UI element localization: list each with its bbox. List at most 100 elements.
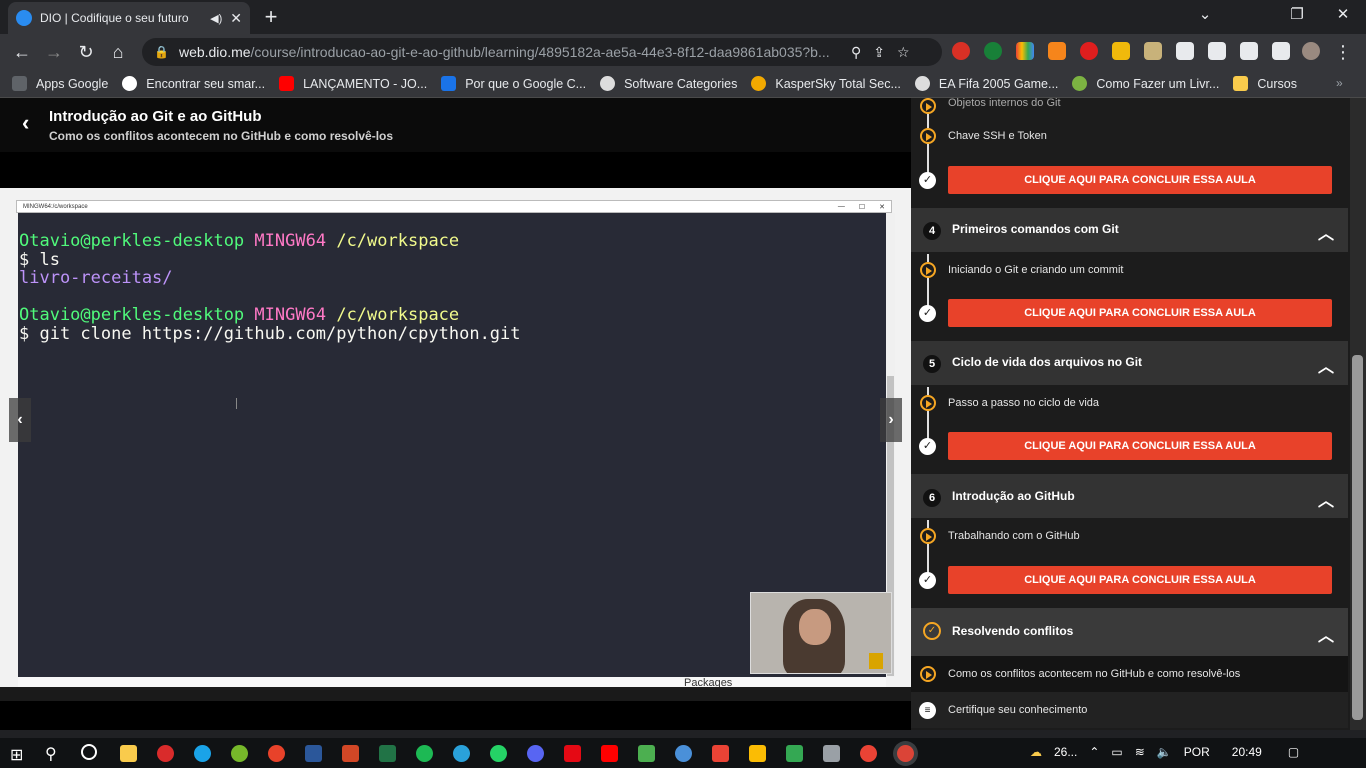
extension-3-icon[interactable] [1016, 42, 1034, 60]
weather-temp[interactable]: 26... [1054, 745, 1077, 759]
menu-dots-icon[interactable]: ⋮ [1330, 40, 1356, 64]
lesson-chave-ssh[interactable]: Chave SSH e Token [948, 130, 1047, 142]
lesson-objetos-internos[interactable]: Objetos internos do Git [948, 97, 1061, 109]
weather-icon[interactable]: ☁ [1030, 745, 1042, 759]
lesson-iniciando-git[interactable]: Iniciando o Git e criando um commit [948, 264, 1123, 276]
home-icon[interactable]: ⌂ [105, 40, 131, 64]
audio-icon[interactable]: ◀) [210, 12, 222, 25]
bookmark-0[interactable]: Apps Google [12, 76, 108, 91]
app-red-icon[interactable] [268, 745, 285, 762]
chevron-up-icon[interactable]: ︿ [1318, 622, 1334, 646]
battery-icon[interactable]: ▭ [1111, 745, 1122, 759]
spotify-icon[interactable] [416, 745, 433, 762]
globe-icon [600, 76, 616, 91]
bookmark-7[interactable]: Como Fazer um Livr... [1072, 76, 1219, 91]
check-icon: ✓ [919, 572, 936, 589]
opera-icon[interactable] [157, 745, 174, 762]
volume-icon[interactable]: 🔈 [1157, 745, 1172, 759]
chrome-active-icon[interactable] [897, 745, 914, 762]
chrome-icon[interactable] [860, 745, 877, 762]
windows-start-icon[interactable]: ⊞ [10, 745, 23, 765]
tab-dio[interactable]: DIO | Codifique o seu futuro ◀) ✕ [8, 2, 250, 34]
bookmark-1[interactable]: Encontrar seu smar... [122, 76, 265, 91]
extension-7-icon[interactable] [1144, 42, 1162, 60]
forward-arrow-icon[interactable]: → [41, 40, 67, 64]
term-maximize-icon: ☐ [858, 203, 866, 211]
tab-close-icon[interactable]: ✕ [230, 10, 242, 27]
language-indicator[interactable]: POR [1184, 745, 1210, 759]
prev-arrow-button[interactable]: ‹ [9, 398, 31, 442]
bookmark-4[interactable]: Software Categories [600, 76, 737, 91]
chevron-up-icon[interactable]: ︿ [1318, 353, 1334, 377]
app-box-icon[interactable] [786, 745, 803, 762]
extension-6-icon[interactable] [1112, 42, 1130, 60]
app-green-icon[interactable] [638, 745, 655, 762]
search-icon[interactable]: ⚲ [45, 744, 57, 764]
gmail-icon[interactable] [712, 745, 729, 762]
player-controls-bar[interactable] [0, 687, 911, 701]
sidebar-scroll-thumb[interactable] [1352, 355, 1363, 720]
wifi-icon[interactable]: ≋ [1135, 745, 1145, 759]
bookmark-5[interactable]: KasperSky Total Sec... [751, 76, 901, 91]
labs-flask-icon[interactable] [1208, 42, 1226, 60]
complete-lesson-button[interactable]: CLIQUE AQUI PARA CONCLUIR ESSA AULA [948, 166, 1332, 194]
discord-icon[interactable] [527, 745, 544, 762]
extension-1-icon[interactable] [952, 42, 970, 60]
minimize-button[interactable]: ⌄ [1190, 4, 1220, 26]
cortana-icon[interactable] [81, 744, 97, 760]
powerpoint-icon[interactable] [342, 745, 359, 762]
blue-bookmark-icon [441, 76, 457, 91]
bookmark-3[interactable]: Por que o Google C... [441, 76, 586, 91]
metamask-icon[interactable] [1048, 42, 1066, 60]
new-tab-button[interactable]: + [258, 4, 284, 30]
globe-app-icon[interactable] [675, 745, 692, 762]
youtube-icon[interactable] [601, 745, 618, 762]
close-window-button[interactable]: ✕ [1328, 4, 1358, 26]
address-bar[interactable]: 🔒 web.dio.me/course/introducao-ao-git-e-… [142, 38, 942, 66]
complete-lesson-button[interactable]: CLIQUE AQUI PARA CONCLUIR ESSA AULA [948, 432, 1332, 460]
more-bookmarks-icon[interactable]: » [1336, 76, 1343, 90]
bookmark-2[interactable]: LANÇAMENTO - JO... [279, 76, 427, 91]
clock[interactable]: 20:49 [1232, 745, 1262, 759]
restore-button[interactable]: ❐ [1282, 4, 1312, 26]
google-drive-icon[interactable] [749, 745, 766, 762]
chevron-up-icon[interactable]: ︿ [1318, 220, 1334, 244]
telegram-icon[interactable] [453, 745, 470, 762]
edge-icon[interactable] [194, 745, 211, 762]
notifications-icon[interactable]: ▢ [1288, 745, 1299, 759]
utorrent-icon[interactable] [231, 745, 248, 762]
bookmark-star-icon[interactable]: ☆ [897, 44, 910, 61]
zoom-icon[interactable]: ⚲ [851, 44, 861, 61]
whatsapp-icon[interactable] [490, 745, 507, 762]
word-icon[interactable] [305, 745, 322, 762]
lesson-trabalhando-github[interactable]: Trabalhando com o GitHub [948, 530, 1080, 542]
excel-icon[interactable] [379, 745, 396, 762]
netflix-icon[interactable] [564, 745, 581, 762]
lesson-quiz[interactable]: Certifique seu conhecimento [948, 704, 1087, 716]
module-progress-check-icon: ✓ [923, 622, 941, 640]
share-icon[interactable]: ⇪ [873, 44, 885, 61]
app-window-icon[interactable] [823, 745, 840, 762]
media-queue-icon[interactable] [1240, 42, 1258, 60]
complete-lesson-button[interactable]: CLIQUE AQUI PARA CONCLUIR ESSA AULA [948, 566, 1332, 594]
next-arrow-button[interactable]: › [880, 398, 902, 442]
tray-chevron-icon[interactable]: ⌃ [1089, 745, 1099, 759]
profile-avatar[interactable] [1302, 42, 1320, 60]
side-panel-icon[interactable] [1272, 42, 1290, 60]
lesson-passo-a-passo[interactable]: Passo a passo no ciclo de vida [948, 397, 1099, 409]
lesson-current[interactable]: Como os conflitos acontecem no GitHub e … [948, 668, 1240, 680]
toy-figure [869, 653, 883, 669]
back-arrow-icon[interactable]: ← [9, 40, 35, 64]
bookmark-8[interactable]: Cursos [1233, 76, 1297, 91]
complete-lesson-button[interactable]: CLIQUE AQUI PARA CONCLUIR ESSA AULA [948, 299, 1332, 327]
file-explorer-icon[interactable] [120, 745, 137, 762]
extensions-puzzle-icon[interactable] [1176, 42, 1194, 60]
extension-2-icon[interactable] [984, 42, 1002, 60]
chevron-up-icon[interactable]: ︿ [1318, 487, 1334, 511]
reload-icon[interactable]: ↻ [73, 40, 99, 64]
check-icon: ✓ [919, 305, 936, 322]
bookmark-6[interactable]: EA Fifa 2005 Game... [914, 76, 1058, 91]
text-cursor [236, 398, 237, 409]
back-chevron-icon[interactable]: ‹ [22, 110, 29, 136]
extension-5-icon[interactable] [1080, 42, 1098, 60]
